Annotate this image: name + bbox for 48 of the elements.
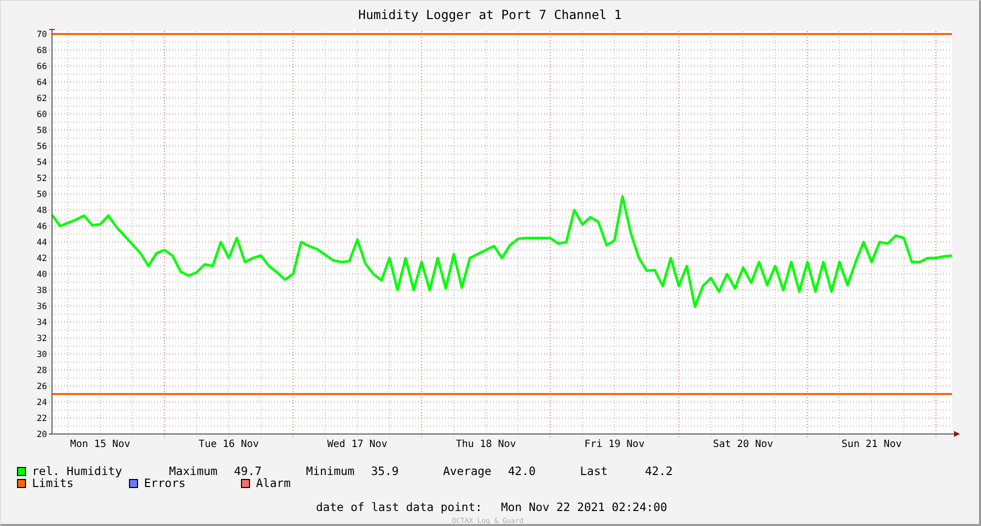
y-tick-label: 30	[36, 350, 47, 360]
y-tick-label: 40	[36, 270, 47, 280]
y-tick-label: 52	[36, 174, 47, 184]
y-tick-label: 48	[36, 206, 47, 216]
stat-label: Maximum	[169, 465, 218, 477]
x-tick-label: Mon 15 Nov	[70, 439, 130, 450]
y-tick-label: 66	[36, 62, 47, 72]
legend-label: Limits	[32, 477, 74, 489]
y-tick-label: 62	[36, 94, 47, 104]
legend-label: rel. Humidity	[32, 465, 122, 477]
legend-label: Errors	[144, 477, 186, 489]
x-tick-label: Sun 21 Nov	[842, 439, 902, 450]
stat-value: 35.9	[371, 465, 399, 477]
stat-value: 49.7	[234, 465, 262, 477]
x-tick-label: Sat 20 Nov	[712, 439, 774, 450]
y-tick-label: 70	[36, 30, 47, 40]
y-tick-label: 44	[36, 238, 47, 248]
y-tick-label: 54	[36, 158, 47, 168]
y-tick-label: 28	[36, 366, 47, 376]
y-tick-label: 38	[36, 286, 47, 296]
last-data-label: date of last data point:	[316, 501, 484, 513]
stat-label: Minimum	[306, 465, 356, 477]
chart-title: Humidity Logger at Port 7 Channel 1	[358, 6, 622, 24]
last-data-value: Mon Nov 22 2021 02:24:00	[501, 501, 668, 513]
y-tick-label: 60	[36, 110, 47, 120]
y-tick-label: 24	[36, 398, 47, 408]
y-tick-label: 36	[36, 302, 47, 312]
y-tick-label: 58	[36, 126, 47, 136]
y-tick-label: 20	[36, 430, 47, 440]
y-tick-label: 46	[36, 222, 47, 232]
x-tick-label: Wed 17 Nov	[327, 439, 388, 450]
x-tick-label: Tue 16 Nov	[198, 439, 259, 450]
y-tick-label: 34	[36, 318, 47, 328]
y-tick-label: 26	[36, 382, 47, 392]
y-tick-label: 68	[36, 46, 47, 56]
stat-value: 42.2	[645, 465, 673, 477]
stat-label: Average	[443, 465, 492, 477]
legend-label: Alarm	[256, 477, 291, 489]
x-tick-label: Fri 19 Nov	[584, 439, 645, 450]
stat-value: 42.0	[508, 465, 536, 477]
y-tick-label: 56	[36, 142, 47, 152]
y-tick-label: 22	[36, 414, 47, 424]
y-tick-label: 32	[36, 334, 47, 344]
stat-label: Last	[580, 465, 609, 477]
y-tick-label: 64	[36, 78, 47, 88]
x-tick-label: Thu 18 Nov	[456, 439, 516, 450]
y-tick-label: 50	[36, 190, 47, 200]
y-tick-label: 42	[36, 254, 47, 264]
